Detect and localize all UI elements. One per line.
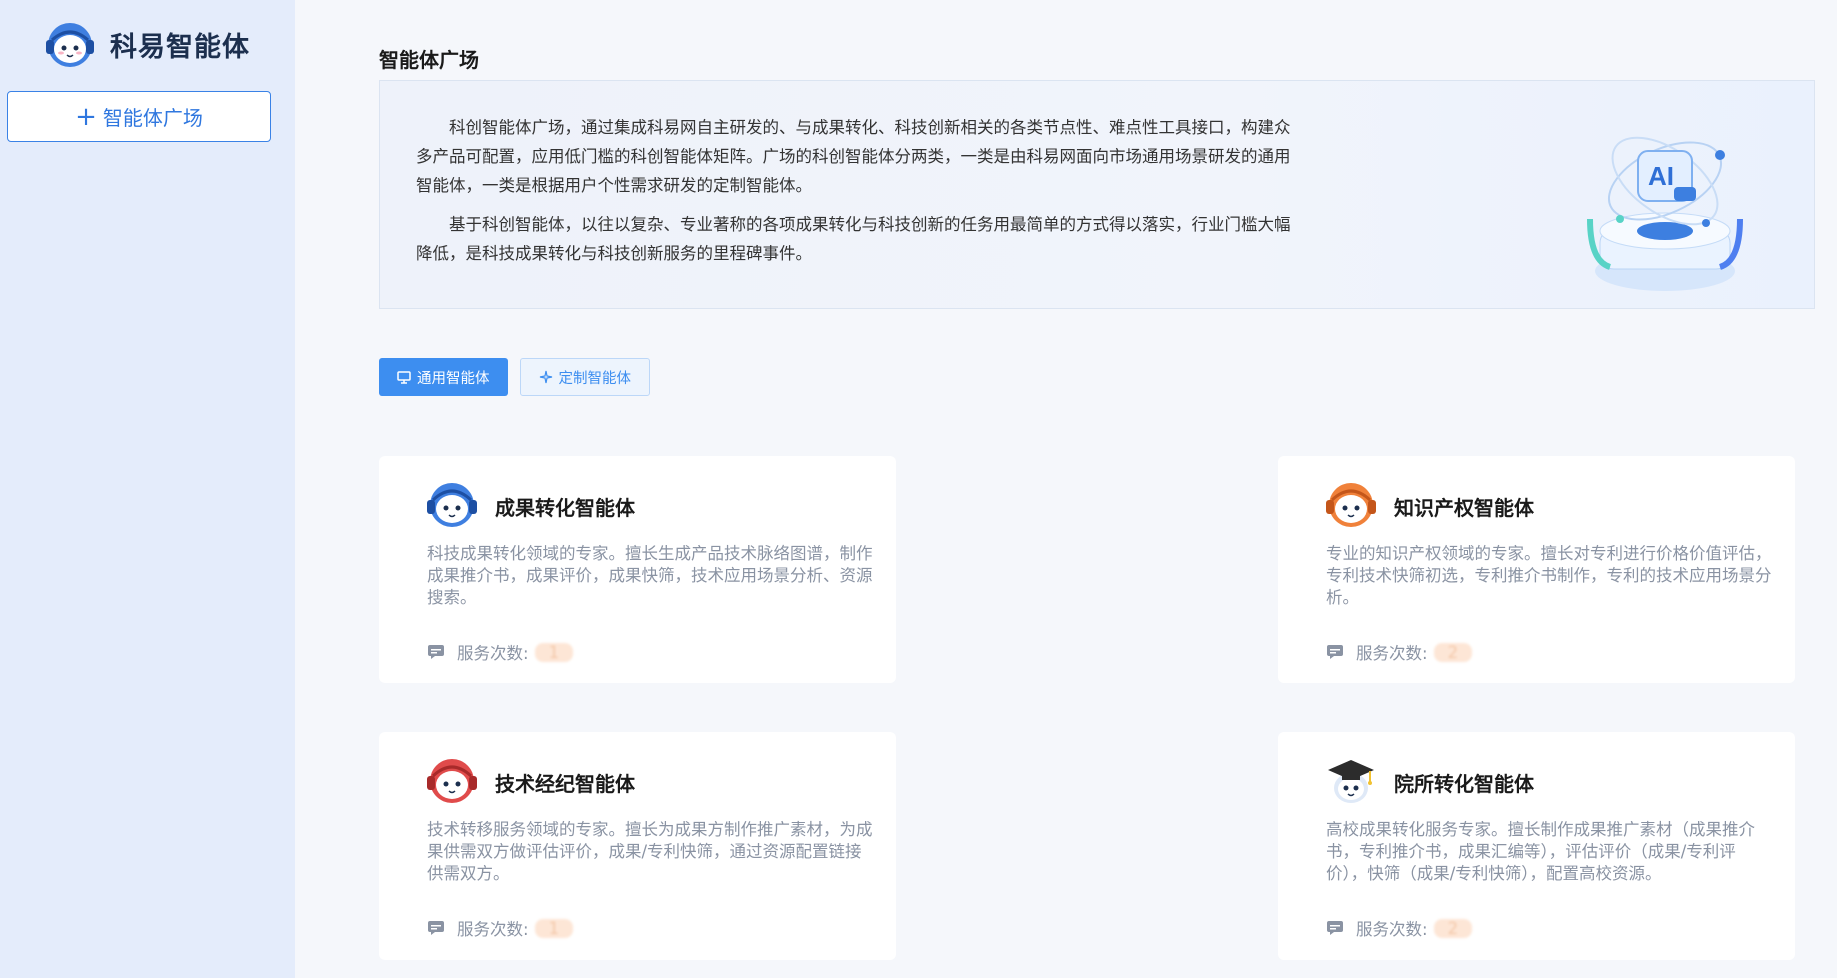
intro-paragraph-1: 科创智能体广场，通过集成科易网自主研发的、与成果转化、科技创新相关的各类节点性、… xyxy=(416,118,1291,195)
svg-text:AI: AI xyxy=(1648,161,1674,191)
intro-paragraph-2: 基于科创智能体，以往以复杂、专业著称的各项成果转化与科技创新的任务用最简单的方式… xyxy=(416,215,1291,263)
agent-card-achievement-transfer[interactable]: 成果转化智能体 科技成果转化领域的专家。擅长生成产品技术脉络图谱，制作成果推介书… xyxy=(379,456,896,683)
intro-banner: 科创智能体广场，通过集成科易网自主研发的、与成果转化、科技创新相关的各类节点性、… xyxy=(379,80,1815,309)
graduate-robot-avatar-icon xyxy=(1328,760,1374,803)
agent-card-institute-transfer[interactable]: 院所转化智能体 高校成果转化服务专家。擅长制作成果推广素材（成果推介书，专利推介… xyxy=(1278,732,1795,960)
robot-headset-icon xyxy=(46,23,94,67)
agent-card-stat: 服务次数: 2 xyxy=(1326,640,1473,664)
chat-bubble-icon xyxy=(1326,644,1344,660)
service-count-label: 服务次数: xyxy=(1356,644,1428,663)
service-count-value: 2 xyxy=(1433,642,1473,662)
main-content: 智能体广场 科创智能体广场，通过集成科易网自主研发的、与成果转化、科技创新相关的… xyxy=(295,0,1837,978)
tab-general-agents[interactable]: 通用智能体 xyxy=(379,358,508,396)
agent-card-tech-broker[interactable]: 技术经纪智能体 技术转移服务领域的专家。擅长为成果方制作推广素材，为成果供需双方… xyxy=(379,732,896,960)
agent-card-title: 成果转化智能体 xyxy=(495,496,635,520)
robot-avatar-red-icon xyxy=(427,759,477,803)
agent-plaza-button-label: 智能体广场 xyxy=(102,106,203,130)
agent-plaza-button[interactable]: + 智能体广场 xyxy=(7,91,271,142)
agent-card-title: 技术经纪智能体 xyxy=(495,772,635,796)
chat-bubble-icon xyxy=(1326,920,1344,936)
agent-card-description: 专业的知识产权领域的专家。擅长对专利进行价格价值评估，专利技术快筛初选，专利推介… xyxy=(1326,544,1772,607)
service-count-value: 2 xyxy=(1433,918,1473,938)
agent-card-ip[interactable]: 知识产权智能体 专业的知识产权领域的专家。擅长对专利进行价格价值评估，专利技术快… xyxy=(1278,456,1795,683)
sidebar: 科易智能体 + 智能体广场 xyxy=(0,0,295,978)
tab-custom-agents[interactable]: 定制智能体 xyxy=(519,358,650,396)
tab-general-agents-label: 通用智能体 xyxy=(417,370,490,387)
service-count-label: 服务次数: xyxy=(457,644,529,663)
agent-card-description: 技术转移服务领域的专家。擅长为成果方制作推广素材，为成果供需双方做评估评价，成果… xyxy=(427,820,873,883)
agent-card-title: 知识产权智能体 xyxy=(1394,496,1534,520)
agent-card-stat: 服务次数: 1 xyxy=(427,640,574,664)
robot-avatar-blue-icon xyxy=(427,483,477,527)
brand-name: 科易智能体 xyxy=(110,31,250,63)
monitor-icon xyxy=(397,370,411,384)
chat-bubble-icon xyxy=(427,920,445,936)
sparkle-icon xyxy=(539,370,553,384)
agent-card-title: 院所转化智能体 xyxy=(1394,772,1534,796)
service-count-value: 1 xyxy=(534,642,574,662)
agent-card-stat: 服务次数: 1 xyxy=(427,916,574,940)
service-count-label: 服务次数: xyxy=(457,920,529,939)
page-title: 智能体广场 xyxy=(379,48,479,72)
agent-card-stat: 服务次数: 2 xyxy=(1326,916,1473,940)
agent-card-description: 高校成果转化服务专家。擅长制作成果推广素材（成果推介书，专利推介书，成果汇编等）… xyxy=(1326,820,1755,883)
agent-type-tabs: 通用智能体 定制智能体 xyxy=(379,358,650,396)
tab-custom-agents-label: 定制智能体 xyxy=(558,370,632,387)
plus-icon: + xyxy=(75,101,97,132)
chat-bubble-icon xyxy=(427,644,445,660)
brand[interactable]: 科易智能体 xyxy=(42,18,250,70)
agent-card-description: 科技成果转化领域的专家。擅长生成产品技术脉络图谱，制作成果推介书，成果评价，成果… xyxy=(427,544,873,607)
ai-illustration-icon: AI xyxy=(1587,136,1743,291)
robot-avatar-orange-icon xyxy=(1326,483,1376,527)
service-count-label: 服务次数: xyxy=(1356,920,1428,939)
service-count-value: 1 xyxy=(534,918,574,938)
